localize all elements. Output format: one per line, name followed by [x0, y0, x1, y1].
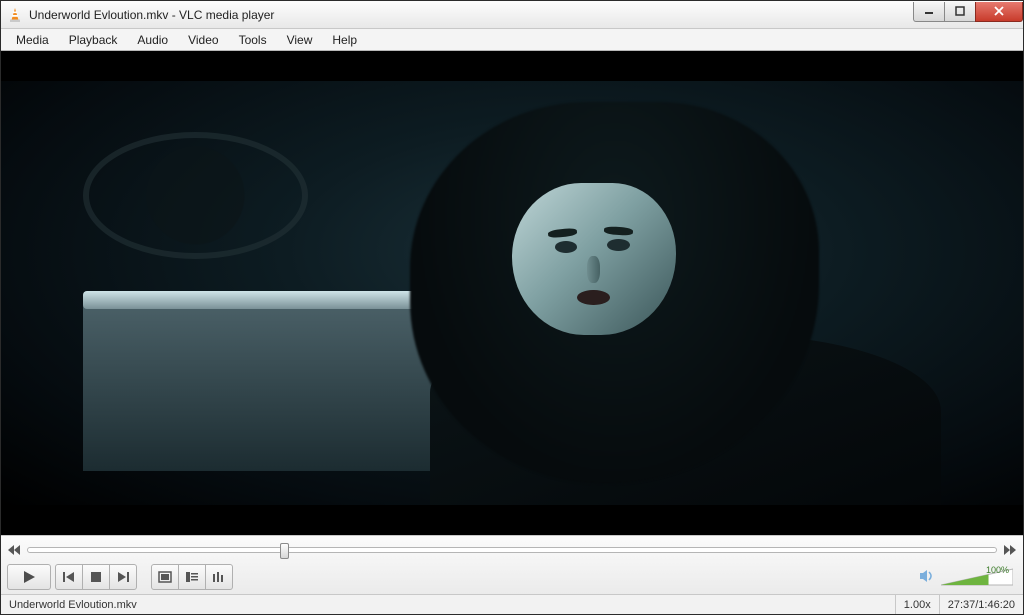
status-time[interactable]: 27:37/1:46:20	[940, 595, 1023, 614]
menu-tools[interactable]: Tools	[230, 31, 276, 49]
menubar: Media Playback Audio Video Tools View He…	[1, 29, 1023, 51]
close-button[interactable]	[975, 2, 1023, 22]
window-title: Underworld Evloution.mkv - VLC media pla…	[29, 8, 914, 22]
vlc-cone-icon	[7, 7, 23, 23]
video-frame	[1, 51, 1023, 535]
previous-button[interactable]	[55, 564, 83, 590]
volume-slider[interactable]: 100%	[941, 567, 1013, 587]
menu-video[interactable]: Video	[179, 31, 227, 49]
status-speed[interactable]: 1.00x	[896, 595, 940, 614]
window-controls	[914, 2, 1023, 22]
video-still	[1, 81, 1023, 505]
speaker-icon[interactable]	[919, 569, 935, 586]
play-icon	[22, 570, 36, 584]
menu-playback[interactable]: Playback	[60, 31, 127, 49]
stop-icon	[90, 571, 102, 583]
skip-back-icon[interactable]	[7, 543, 21, 557]
next-button[interactable]	[109, 564, 137, 590]
video-area[interactable]	[1, 51, 1023, 535]
volume-percent-label: 100%	[986, 565, 1009, 575]
status-filename: Underworld Evloution.mkv	[1, 595, 896, 614]
fullscreen-button[interactable]	[151, 564, 179, 590]
minimize-button[interactable]	[913, 2, 945, 22]
menu-media[interactable]: Media	[7, 31, 58, 49]
button-row: 100%	[7, 562, 1017, 592]
playlist-button[interactable]	[178, 564, 206, 590]
playlist-icon	[185, 571, 199, 583]
stop-button[interactable]	[82, 564, 110, 590]
statusbar: Underworld Evloution.mkv 1.00x 27:37/1:4…	[1, 594, 1023, 614]
equalizer-icon	[212, 571, 226, 583]
view-group	[151, 564, 233, 590]
previous-icon	[62, 571, 76, 583]
play-button[interactable]	[7, 564, 51, 590]
menu-help[interactable]: Help	[323, 31, 366, 49]
extended-settings-button[interactable]	[205, 564, 233, 590]
menu-audio[interactable]: Audio	[128, 31, 177, 49]
controls-panel: 100%	[1, 535, 1023, 594]
volume-control: 100%	[919, 567, 1017, 587]
seek-row	[7, 540, 1017, 560]
seek-thumb[interactable]	[280, 543, 289, 559]
skip-forward-icon[interactable]	[1003, 543, 1017, 557]
track-nav-group	[55, 564, 137, 590]
menu-view[interactable]: View	[278, 31, 322, 49]
titlebar[interactable]: Underworld Evloution.mkv - VLC media pla…	[1, 1, 1023, 29]
maximize-button[interactable]	[944, 2, 976, 22]
next-icon	[116, 571, 130, 583]
fullscreen-icon	[158, 571, 172, 583]
vlc-window: Underworld Evloution.mkv - VLC media pla…	[0, 0, 1024, 615]
seek-slider[interactable]	[27, 547, 997, 553]
